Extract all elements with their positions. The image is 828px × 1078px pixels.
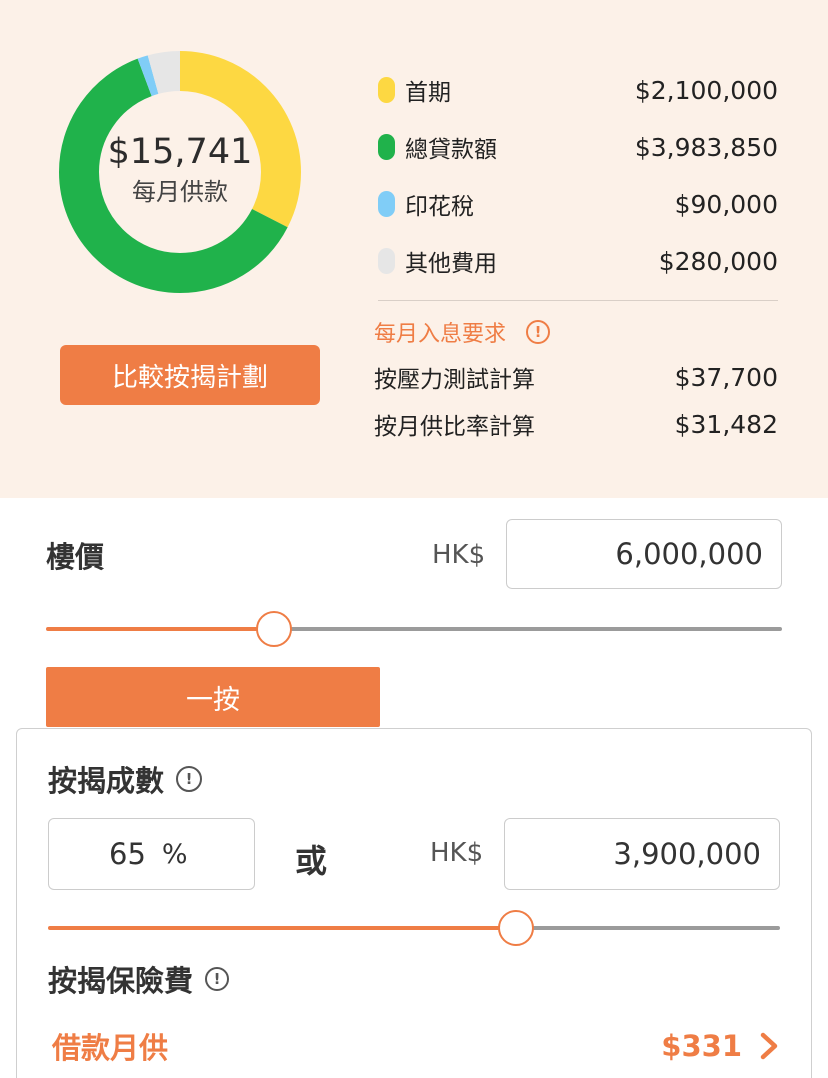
loan-amount-input[interactable]: [504, 818, 780, 890]
income-row-stress-test: 按壓力測試計算 $37,700: [374, 359, 778, 395]
legend-swatch: [378, 191, 395, 217]
slider-track: [516, 926, 780, 930]
income-requirement-header: 每月入息要求 !: [374, 316, 551, 348]
slider-track-filled: [48, 926, 517, 930]
info-icon[interactable]: !: [176, 766, 203, 792]
legend-label: 總貸款額: [405, 137, 497, 163]
mortgage-summary: $15,741 每月供款 比較按揭計劃 首期 $2,100,000 總貸款額 $…: [0, 0, 828, 498]
legend-swatch: [378, 134, 395, 160]
legend-label: 首期: [405, 80, 451, 106]
monthly-payment-label: 每月供款: [132, 178, 228, 206]
income-row-dsr: 按月供比率計算 $31,482: [374, 406, 778, 442]
insurance-header: 按揭保險費 !: [48, 958, 230, 1000]
legend-label: 印花稅: [405, 194, 474, 220]
legend-value: $280,000: [658, 246, 778, 276]
insurance-monthly-value: $331: [661, 1029, 742, 1063]
legend-swatch: [378, 77, 395, 103]
property-currency: HK$: [432, 540, 486, 570]
donut-center: $15,741 每月供款: [58, 130, 302, 208]
slider-track-filled: [46, 627, 275, 631]
tab-first-mortgage[interactable]: 一按: [46, 667, 380, 727]
income-row-label: 按壓力測試計算: [374, 367, 535, 393]
info-icon[interactable]: !: [526, 320, 551, 344]
property-price-label: 樓價: [46, 540, 105, 574]
property-price-slider[interactable]: [46, 611, 782, 647]
info-icon[interactable]: !: [205, 967, 230, 991]
slider-track: [274, 627, 782, 631]
loan-ratio-input[interactable]: 65 %: [48, 818, 255, 890]
income-row-value: $37,700: [674, 362, 778, 392]
legend-item-total-loan: 總貸款額 $3,983,850: [376, 127, 778, 167]
insurance-monthly-label: 借款月供: [52, 1031, 169, 1065]
loan-ratio-value: 65: [109, 837, 146, 871]
loan-ratio-header: 按揭成數 !: [48, 758, 203, 800]
divider: [378, 300, 778, 301]
legend-swatch: [378, 248, 395, 274]
loan-ratio-title: 按揭成數: [48, 764, 165, 798]
legend-value: $90,000: [674, 189, 778, 219]
legend-item-stamp-duty: 印花稅 $90,000: [376, 184, 778, 224]
legend-label: 其他費用: [405, 251, 497, 277]
income-requirement-title: 每月入息要求: [374, 322, 507, 347]
legend-item-down-payment: 首期 $2,100,000: [376, 70, 778, 110]
chevron-right-icon: [760, 1032, 778, 1060]
percent-unit: %: [161, 838, 188, 870]
insurance-title: 按揭保險費: [48, 964, 194, 998]
legend-value: $2,100,000: [634, 75, 778, 105]
legend-item-other-fees: 其他費用 $280,000: [376, 241, 778, 281]
income-row-label: 按月供比率計算: [374, 414, 535, 440]
loan-currency: HK$: [430, 838, 484, 868]
or-label: 或: [295, 842, 328, 880]
slider-handle[interactable]: [498, 910, 535, 946]
legend-value: $3,983,850: [634, 132, 778, 162]
income-row-value: $31,482: [674, 409, 778, 439]
loan-ratio-slider[interactable]: [48, 910, 780, 946]
insurance-monthly-row[interactable]: 借款月供 $331: [52, 1024, 782, 1068]
compare-plans-button[interactable]: 比較按揭計劃: [60, 345, 320, 405]
monthly-payment-amount: $15,741: [107, 132, 253, 172]
slider-handle[interactable]: [256, 611, 293, 647]
property-price-input[interactable]: [506, 519, 782, 589]
